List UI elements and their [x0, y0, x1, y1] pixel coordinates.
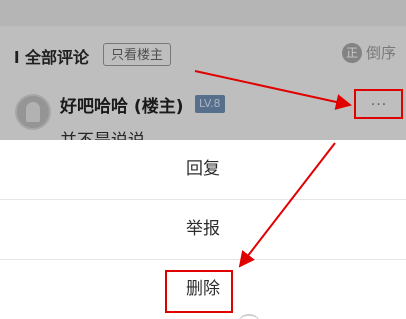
arrow-to-delete — [238, 142, 336, 268]
annotation-arrows — [194, 70, 352, 268]
arrow-to-more-button — [194, 70, 352, 110]
